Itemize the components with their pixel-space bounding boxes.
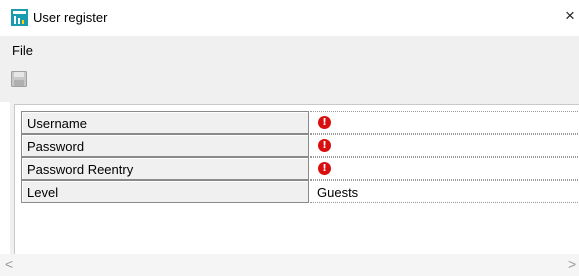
grid-row-password-reentry: Password Reentry ! bbox=[21, 157, 579, 180]
scroll-left-icon[interactable]: < bbox=[5, 256, 13, 272]
title-bar: User register × bbox=[0, 0, 579, 36]
horizontal-scrollbar[interactable]: < > bbox=[0, 254, 579, 276]
scroll-right-icon[interactable]: > bbox=[568, 256, 576, 272]
password-label: Password bbox=[27, 139, 85, 154]
toolbar bbox=[0, 62, 579, 102]
label-cell: Password bbox=[21, 134, 309, 157]
password-reentry-value-cell[interactable]: ! bbox=[310, 157, 579, 180]
password-value-cell[interactable]: ! bbox=[310, 134, 579, 157]
error-icon: ! bbox=[318, 116, 331, 129]
menu-item-file[interactable]: File bbox=[12, 43, 33, 58]
username-value-cell[interactable]: ! bbox=[310, 111, 579, 134]
close-icon[interactable]: × bbox=[565, 6, 575, 26]
grid-row-password: Password ! bbox=[21, 134, 579, 157]
label-cell: Password Reentry bbox=[21, 157, 309, 180]
app-register-icon bbox=[11, 9, 28, 26]
password-reentry-label: Password Reentry bbox=[27, 162, 134, 177]
grid-row-username: Username ! bbox=[21, 111, 579, 134]
grid-row-level: Level Guests bbox=[21, 180, 579, 203]
window-title: User register bbox=[33, 10, 108, 25]
level-value: Guests bbox=[317, 185, 359, 200]
menu-bar: File bbox=[0, 36, 579, 62]
label-cell: Level bbox=[21, 180, 309, 203]
error-icon: ! bbox=[318, 162, 331, 175]
property-grid: Username ! Password ! Password Reentry ! bbox=[14, 104, 579, 255]
error-icon: ! bbox=[318, 139, 331, 152]
level-label: Level bbox=[27, 185, 59, 200]
save-disk-icon[interactable] bbox=[11, 71, 27, 87]
username-label: Username bbox=[27, 116, 87, 131]
level-value-cell[interactable]: Guests bbox=[310, 180, 579, 203]
label-cell: Username bbox=[21, 111, 309, 134]
